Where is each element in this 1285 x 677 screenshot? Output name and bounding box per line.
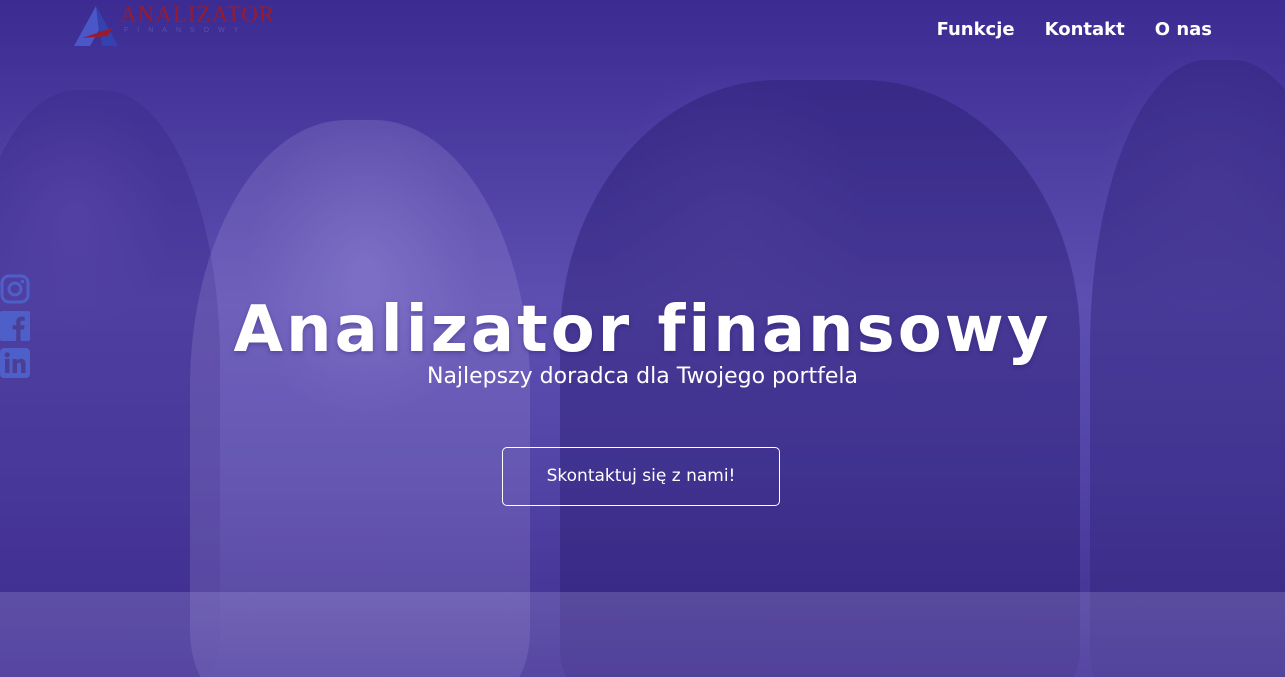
hero-section: Analizator finansowy Najlepszy doradca d… — [0, 0, 1285, 677]
hero-title: Analizator finansowy — [233, 292, 1052, 367]
hero-subtitle: Najlepszy doradca dla Twojego portfela — [426, 364, 858, 389]
contact-us-button[interactable]: Skontaktuj się z nami! — [502, 447, 780, 506]
